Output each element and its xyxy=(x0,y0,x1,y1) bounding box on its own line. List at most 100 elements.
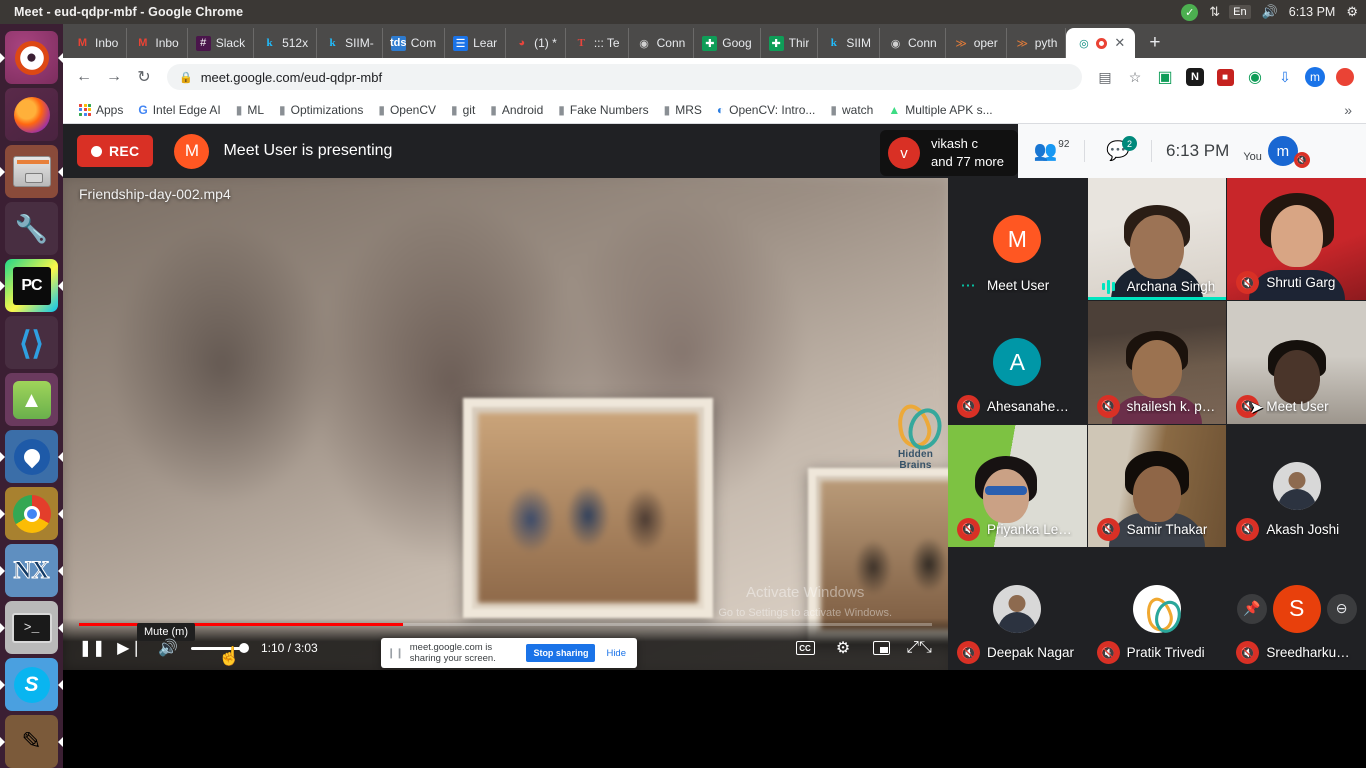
participant-tile-hovered[interactable]: 📌 S ⊖ 🔇 Sreedharkum… More options xyxy=(1227,547,1366,670)
check-circle-icon[interactable]: ✓ xyxy=(1181,3,1199,21)
extension-grammarly-icon[interactable]: ◉ xyxy=(1242,64,1268,90)
system-tools-icon[interactable]: 🔧 xyxy=(5,202,58,255)
bookmark-fake-numbers[interactable]: ▮ Fake Numbers xyxy=(552,101,654,119)
address-bar[interactable]: 🔒 meet.google.com/eud-qdpr-mbf xyxy=(167,64,1082,90)
extension-notion-icon[interactable]: N xyxy=(1182,64,1208,90)
extension-red-icon[interactable]: ■ xyxy=(1212,64,1238,90)
participant-tile[interactable]: 🔇 shailesh k. pa… xyxy=(1087,301,1227,424)
browser-tab[interactable]: ≫ pyth xyxy=(1007,28,1067,58)
browser-tab[interactable]: ◉ Conn xyxy=(629,28,695,58)
participant-tile[interactable]: 🔇 Pratik Trivedi xyxy=(1087,547,1227,670)
bookmark-label: git xyxy=(462,102,476,117)
forward-arrow-icon[interactable]: → xyxy=(101,64,127,90)
participant-tile[interactable]: 🔇 Priyanka Leuva xyxy=(948,424,1087,547)
participant-tile[interactable]: 🔇 Shruti Garg xyxy=(1227,178,1366,301)
language-indicator[interactable]: En xyxy=(1229,5,1251,19)
gear-icon[interactable]: ⚙ xyxy=(1346,4,1358,20)
downloads-icon[interactable]: ⇩ xyxy=(1272,64,1298,90)
new-tab-button[interactable]: + xyxy=(1135,32,1172,58)
participant-tile[interactable]: M ⋯ Meet User xyxy=(948,178,1087,301)
bookmark-mrs[interactable]: ▮ MRS xyxy=(658,101,708,119)
bookmark-multiple-apk[interactable]: ▲ Multiple APK s... xyxy=(882,101,998,119)
browser-tab[interactable]: ◉ Conn xyxy=(880,28,946,58)
browser-tab[interactable]: k SIIM- xyxy=(317,28,383,58)
url-text: meet.google.com/eud-qdpr-mbf xyxy=(200,69,383,85)
chat-unread-badge: 2 xyxy=(1122,136,1137,151)
active-speaker-underline xyxy=(1087,297,1227,301)
bookmark-ml[interactable]: ▮ ML xyxy=(230,101,270,119)
bookmark-optimizations[interactable]: ▮ Optimizations xyxy=(273,101,369,119)
bookmark-opencv[interactable]: ▮ OpenCV xyxy=(372,101,442,119)
browser-tab[interactable]: ≫ oper xyxy=(946,28,1007,58)
pycharm-icon[interactable]: PC xyxy=(5,259,58,312)
browser-tab[interactable]: M Inbo xyxy=(67,28,128,58)
camera-share-icon[interactable]: ▤ xyxy=(1092,64,1118,90)
volume-icon[interactable]: 🔊 xyxy=(151,631,185,665)
more-dots-icon[interactable]: ⋯ xyxy=(957,276,980,294)
browser-tab[interactable]: # Slack xyxy=(188,28,255,58)
you-indicator[interactable]: You m 🔇 xyxy=(1243,136,1312,168)
bookmark-git[interactable]: ▮ git xyxy=(445,101,481,119)
hidden-brains-logo: Hidden Brains xyxy=(883,402,948,471)
next-track-icon[interactable]: ▶❘ xyxy=(113,631,147,665)
terminal-icon[interactable]: >_ xyxy=(5,601,58,654)
bookmark-intel-edge-ai[interactable]: G Intel Edge AI xyxy=(132,101,226,119)
participant-tile[interactable]: 🔇 Akash Joshi xyxy=(1227,424,1366,547)
participant-tile[interactable]: 🔇 Samir Thakar xyxy=(1087,424,1227,547)
browser-tab[interactable]: ✚ Thir xyxy=(761,28,819,58)
browser-tab[interactable]: ☰ Lear xyxy=(445,28,507,58)
people-icon[interactable]: 👥 92 xyxy=(1018,124,1084,178)
close-icon[interactable]: ✕ xyxy=(1114,35,1125,51)
participant-tile[interactable]: Archana Singh xyxy=(1087,178,1227,301)
pin-icon[interactable]: 📌 xyxy=(1236,593,1267,624)
participant-tile[interactable]: 🔇 Deepak Nagar xyxy=(948,547,1087,670)
volume-icon[interactable]: 🔊 xyxy=(1262,4,1278,20)
bookmark-android[interactable]: ▮ Android xyxy=(484,101,549,119)
bookmark-opencv-intro[interactable]: ◐ OpenCV: Intro... xyxy=(711,101,822,119)
network-updown-icon[interactable]: ⇅ xyxy=(1209,4,1220,20)
chat-icon[interactable]: 💬 2 xyxy=(1085,124,1151,178)
browser-tab-active-meet[interactable]: ◎ ✕ xyxy=(1066,28,1136,58)
mattermost-icon[interactable] xyxy=(5,430,58,483)
picture-in-picture-icon[interactable] xyxy=(864,631,898,665)
browser-tab[interactable]: M Inbo xyxy=(127,28,188,58)
browser-tab[interactable]: k 512x xyxy=(254,28,318,58)
vscode-icon[interactable]: ⟨⟩ xyxy=(5,316,58,369)
bookmark-watch[interactable]: ▮ watch xyxy=(824,101,879,119)
recording-indicator-icon[interactable] xyxy=(1332,64,1358,90)
reload-icon[interactable]: ↻ xyxy=(131,64,157,90)
extension-green-icon[interactable]: ▣ xyxy=(1152,64,1178,90)
nomachine-nx-icon[interactable]: NX xyxy=(5,544,58,597)
bookmark-star-icon[interactable]: ☆ xyxy=(1122,64,1148,90)
profile-avatar[interactable]: m xyxy=(1302,64,1328,90)
remove-icon[interactable]: ⊖ xyxy=(1326,593,1357,624)
back-arrow-icon[interactable]: ← xyxy=(71,64,97,90)
exit-fullscreen-icon[interactable]: ⤢⤡ xyxy=(902,631,936,665)
os-clock[interactable]: 6:13 PM xyxy=(1289,5,1336,19)
captions-icon[interactable]: CC xyxy=(788,631,822,665)
gimp-icon[interactable]: ✎ xyxy=(5,715,58,768)
gear-icon[interactable]: ⚙ xyxy=(826,631,860,665)
files-icon[interactable] xyxy=(5,145,58,198)
tab-label: Lear xyxy=(473,36,498,50)
browser-tab[interactable]: T::: Te xyxy=(566,28,629,58)
skype-icon[interactable]: S xyxy=(5,658,58,711)
participant-tile[interactable]: 🔇 Meet User ➤ xyxy=(1227,301,1366,424)
bookmarks-overflow-icon[interactable]: » xyxy=(1344,102,1356,118)
browser-tab[interactable]: ✚ Goog xyxy=(694,28,761,58)
shared-screen-area[interactable]: Hidden Brains Friendship-day-002.mp4 Act… xyxy=(63,178,948,670)
recording-badge[interactable]: REC xyxy=(77,135,154,167)
bookmark-apps[interactable]: Apps xyxy=(73,101,129,119)
notification-favicon: ◕ xyxy=(518,37,525,49)
tab-label: 512x xyxy=(282,36,309,50)
video-progress-bar[interactable] xyxy=(79,623,932,626)
ubuntu-software-icon[interactable]: ● xyxy=(5,31,58,84)
browser-tab[interactable]: tds Com xyxy=(383,28,446,58)
android-studio-icon[interactable]: ▲ xyxy=(5,373,58,426)
participant-tile[interactable]: A 🔇 Ahesanahem… xyxy=(948,301,1087,424)
firefox-icon[interactable] xyxy=(5,88,58,141)
pause-icon[interactable]: ❚❚ xyxy=(75,631,109,665)
chrome-icon[interactable] xyxy=(5,487,58,540)
browser-tab[interactable]: ◕ (1) * xyxy=(506,28,566,58)
browser-tab[interactable]: k SIIM xyxy=(818,28,880,58)
